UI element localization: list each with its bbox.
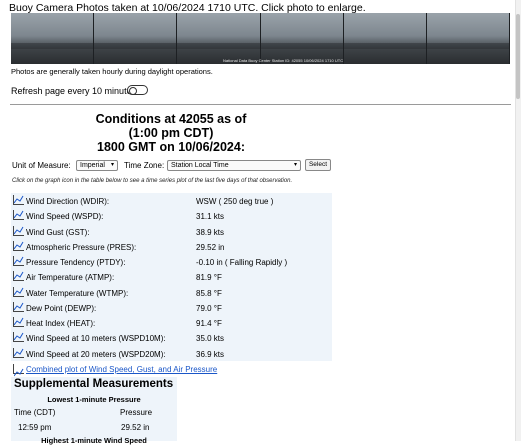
camera-note: Photos are generally taken hourly during… [11, 67, 213, 76]
observation-label: Wind Direction (WDIR): [26, 197, 110, 206]
table-row: Atmospheric Pressure (PRES): 29.52 in [11, 239, 332, 254]
conditions-title-line1: Conditions at 42055 as of [95, 112, 247, 126]
observation-value: 29.52 in [196, 242, 225, 252]
observation-value: 38.9 kts [196, 227, 225, 237]
graph-icon[interactable] [13, 317, 24, 327]
combined-plot-link[interactable]: Combined plot of Wind Speed, Gust, and A… [26, 365, 217, 374]
observation-label: Wind Gust (GST): [26, 227, 90, 237]
toggle-knob [129, 87, 137, 95]
conditions-title-line3: 1800 GMT on 10/06/2024: [97, 140, 245, 154]
camera-frame [94, 13, 178, 64]
unit-of-measure-label: Unit of Measure: [12, 161, 71, 170]
graph-instruction: Click on the graph icon in the table bel… [12, 178, 293, 184]
supplemental-title: Supplemental Measurements [14, 378, 174, 390]
observation-value: 81.9 °F [196, 273, 222, 283]
chevron-down-icon: ▾ [293, 162, 297, 168]
graph-icon[interactable] [13, 256, 24, 266]
time-column-header: Time (CDT) [14, 408, 56, 417]
table-row: Air Temperature (ATMP): 81.9 °F [11, 269, 332, 284]
time-zone-label: Time Zone: [124, 161, 165, 170]
camera-frame [177, 13, 261, 64]
graph-icon[interactable] [13, 210, 24, 221]
observation-label: Wind Speed at 20 meters (WSPD20M): [26, 349, 166, 359]
unit-of-measure-select[interactable]: Imperial ▾ [76, 160, 118, 171]
conditions-title-line2: (1:00 pm CDT) [128, 126, 214, 140]
graph-icon[interactable] [13, 347, 24, 358]
time-zone-select-value: Station Local Time [171, 162, 229, 169]
table-row: Heat Index (HEAT): 91.4 °F [11, 315, 332, 330]
observation-value: -0.10 in ( Falling Rapidly ) [196, 258, 288, 267]
pressure-column-header: Pressure [120, 408, 153, 417]
observation-value: 36.9 kts [196, 349, 225, 359]
select-button[interactable]: Select [305, 159, 331, 171]
table-row: Wind Gust (GST): 38.9 kts [11, 224, 332, 239]
refresh-toggle[interactable] [127, 85, 148, 95]
observation-value: 91.4 °F [196, 319, 222, 328]
observations-table: Wind Direction (WDIR): WSW ( 250 deg tru… [11, 193, 332, 361]
divider [10, 104, 511, 105]
camera-timestamp-overlay: National Data Buoy Center Station ID: 42… [223, 58, 344, 63]
observation-value: 31.1 kts [196, 212, 225, 222]
observation-label: Pressure Tendency (PTDY): [26, 258, 126, 267]
observation-label: Atmospheric Pressure (PRES): [26, 242, 137, 252]
graph-icon[interactable] [13, 225, 24, 236]
camera-frame [260, 13, 344, 64]
buoy-camera-photo[interactable]: National Data Buoy Center Station ID: 42… [11, 13, 510, 64]
table-row: Wind Speed at 20 meters (WSPD20M): 36.9 … [11, 346, 332, 361]
observation-label: Air Temperature (ATMP): [26, 273, 115, 283]
observation-label: Water Temperature (WTMP): [26, 288, 129, 298]
camera-frame [426, 13, 510, 64]
camera-frame [11, 13, 95, 64]
observation-label: Heat Index (HEAT): [26, 319, 96, 328]
observation-label: Dew Point (DEWP): [26, 303, 97, 313]
observation-value: 35.0 kts [196, 334, 225, 344]
graph-icon[interactable] [13, 240, 24, 251]
lowest-pressure-value: 29.52 in [121, 423, 150, 432]
unit-select-value: Imperial [80, 162, 105, 169]
chevron-down-icon: ▾ [110, 162, 114, 168]
graph-icon[interactable] [13, 271, 24, 282]
time-zone-select[interactable]: Station Local Time ▾ [167, 160, 301, 171]
camera-frame [343, 13, 427, 64]
observation-label: Wind Speed at 10 meters (WSPD10M): [26, 334, 166, 344]
lowest-pressure-time: 12:59 pm [18, 423, 52, 432]
table-row: Wind Direction (WDIR): WSW ( 250 deg tru… [11, 193, 332, 208]
table-row: Wind Speed at 10 meters (WSPD10M): 35.0 … [11, 330, 332, 345]
graph-icon[interactable] [13, 301, 24, 312]
refresh-label: Refresh page every 10 minutes: [11, 86, 139, 96]
lowest-pressure-heading: Lowest 1-minute Pressure [47, 395, 141, 404]
graph-icon[interactable] [13, 195, 24, 205]
graph-icon[interactable] [13, 286, 24, 297]
observation-label: Wind Speed (WSPD): [26, 212, 104, 222]
table-row: Pressure Tendency (PTDY): -0.10 in ( Fal… [11, 254, 332, 269]
observation-value: 85.8 °F [196, 288, 222, 298]
table-row: Wind Speed (WSPD): 31.1 kts [11, 208, 332, 223]
observation-value: 79.0 °F [196, 303, 222, 313]
observation-value: WSW ( 250 deg true ) [196, 197, 274, 206]
table-row: Water Temperature (WTMP): 85.8 °F [11, 285, 332, 300]
scrollbar-thumb[interactable] [516, 14, 520, 99]
graph-icon[interactable] [13, 364, 24, 377]
conditions-title: Conditions at 42055 as of (1:00 pm CDT) … [88, 112, 254, 154]
graph-icon[interactable] [13, 332, 24, 343]
table-row: Dew Point (DEWP): 79.0 °F [11, 300, 332, 315]
